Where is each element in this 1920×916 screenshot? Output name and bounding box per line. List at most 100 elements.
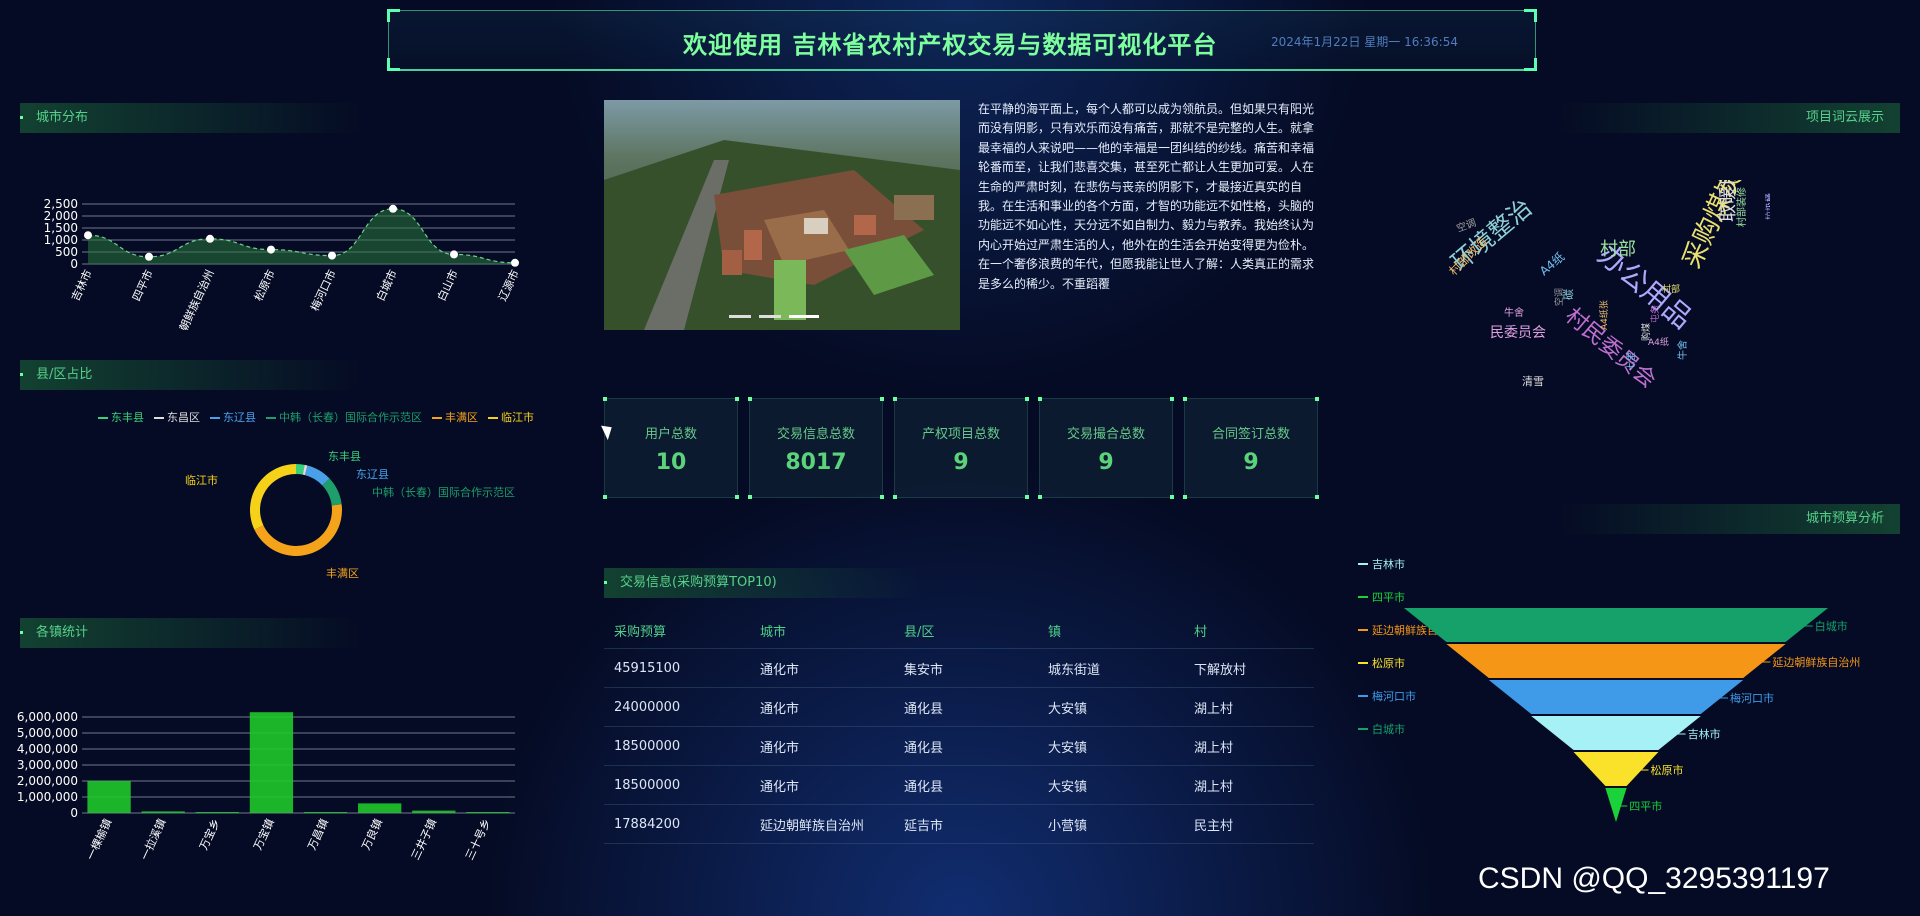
x-tick-label: 一拉溪镇: [137, 816, 168, 862]
panel-title-text: 各镇统计: [36, 625, 89, 640]
header-frame: 欢迎使用 吉林省农村产权交易与数据可视化平台 2024年1月22日 星期一 16…: [387, 9, 1537, 71]
panel-title-marker: [604, 581, 607, 584]
stat-value: 9: [1243, 450, 1259, 475]
bar: [141, 811, 185, 813]
panel-title-text: 城市分布: [36, 110, 89, 125]
col-header: 采购预算: [604, 612, 759, 649]
x-tick-label: 辽源市: [495, 267, 522, 303]
word-cloud-word: 村部: [1600, 239, 1636, 260]
legend-item[interactable]: 中韩（长春）国际合作示范区: [266, 411, 422, 424]
card-corner: [893, 495, 897, 499]
legend-label: 临江市: [501, 411, 534, 424]
bar: [466, 812, 510, 813]
y-tick-label: 2,000: [44, 209, 78, 223]
word-cloud-word: 村部装修: [1735, 187, 1748, 227]
table-row[interactable]: 24000000 通化市 通化县 大安镇 湖上村: [604, 687, 1314, 727]
stat-card: 合同签订总数 9: [1183, 397, 1319, 499]
table-row[interactable]: 17884200 延边朝鲜族自治州 延吉市 小营镇 民主村: [604, 804, 1314, 844]
legend-item[interactable]: 临江市: [488, 411, 534, 424]
panel-title-text: 交易信息(采购预算TOP10): [620, 575, 777, 590]
card-corner: [1315, 495, 1319, 499]
table-cell: 民主村: [1193, 804, 1314, 844]
legend-item[interactable]: 东丰县: [98, 411, 144, 424]
table-cell: 17884200: [604, 804, 759, 844]
county-ratio-chart: 东丰县东辽县中韩（长春）国际合作示范区丰满区 临江市: [185, 450, 515, 580]
legend-label: 丰满区: [445, 411, 478, 424]
panel-title-town-stats: 各镇统计: [20, 618, 360, 648]
col-header: 城市: [759, 612, 903, 649]
panel-title-county-ratio: 县/区占比: [20, 360, 360, 390]
card-corner: [880, 495, 884, 499]
card-corner: [1025, 397, 1029, 401]
stat-value: 10: [655, 450, 687, 475]
bar: [303, 812, 348, 813]
word-cloud-word: 七里: [1626, 352, 1637, 370]
card-corner: [1183, 397, 1187, 401]
data-point: [511, 258, 519, 267]
word-cloud-word: 清雪: [1522, 375, 1544, 388]
stat-label: 用户总数: [644, 427, 697, 442]
town-stats-chart: 0 1,000,000 2,000,000 3,000,000 4,000,000 5,0…: [17, 710, 515, 862]
funnel-label: 延边朝鲜族自治州: [1772, 655, 1860, 669]
funnel-segment: [1446, 644, 1786, 678]
transactions-table: 采购预算 城市 县/区 镇 村 45915100 通化市 集安市 城东街道 下解放村 24…: [604, 612, 1314, 844]
data-point: [328, 251, 336, 260]
card-corner: [1038, 495, 1042, 499]
stat-label: 合同签订总数: [1211, 427, 1290, 442]
table-cell: 延吉市: [903, 804, 1047, 844]
word-cloud-word: 屯务: [1649, 305, 1661, 323]
bar: [249, 712, 294, 813]
legend-item[interactable]: 东辽县: [210, 411, 256, 424]
legend-marker: [488, 417, 498, 419]
legend-label: 梅河口市: [1372, 689, 1416, 703]
word-cloud-word: 民委员会: [1490, 325, 1546, 341]
legend-label: 中韩（长春）国际合作示范区: [279, 411, 422, 424]
table-cell: 24000000: [604, 687, 759, 727]
table-row[interactable]: 18500000 通化市 通化县 大安镇 湖上村: [604, 765, 1314, 805]
legend-label: 吉林市: [1372, 557, 1405, 571]
legend-item[interactable]: 丰满区: [432, 411, 478, 424]
y-tick-label: 2,500: [44, 197, 78, 211]
y-tick-label: 6,000,000: [17, 710, 78, 724]
data-point: [84, 231, 92, 240]
x-tick-label: 四平市: [129, 267, 156, 303]
table-cell: 集安市: [903, 648, 1047, 688]
funnel-segment: [1531, 716, 1701, 750]
article-text: 在平静的海平面上，每个人都可以成为领航员。但如果只有阳光而没有阴影，只有欢乐而没…: [978, 102, 1315, 291]
x-tick-label: 梅河口市: [307, 267, 338, 313]
legend-label: 四平市: [1372, 590, 1405, 604]
table-cell: 大安镇: [1047, 765, 1193, 805]
word-cloud-word: 牛舍: [1504, 306, 1524, 319]
x-tick-label: 三井子镇: [408, 816, 439, 862]
table-row[interactable]: 45915100 通化市 集安市 城东街道 下解放村: [604, 648, 1314, 688]
legend-item[interactable]: 东昌区: [154, 411, 200, 424]
header-corner: [1524, 9, 1537, 22]
stat-card: 用户总数 10: [603, 397, 739, 499]
x-tick-label: 万宝乡: [196, 816, 223, 852]
col-header: 镇: [1047, 612, 1193, 649]
stat-value: 8017: [785, 450, 847, 475]
funnel-label: 吉林市: [1688, 727, 1721, 741]
table-cell: 18500000: [604, 726, 759, 766]
city-distribution-chart: 05001,0001,5002,0002,500 吉林市 四平市 朝鲜族自治州 松原市 梅…: [44, 197, 522, 330]
data-point: [206, 234, 214, 243]
y-tick-label: 3,000,000: [17, 758, 78, 772]
table-row[interactable]: 18500000 通化市 通化县 大安镇 湖上村: [604, 726, 1314, 766]
legend-label: 东昌区: [167, 411, 200, 424]
stat-label: 交易撮合总数: [1066, 427, 1145, 442]
funnel-label: 白城市: [1815, 619, 1848, 633]
panel-title-marker: [20, 116, 23, 119]
slice-label: 东丰县: [328, 450, 361, 463]
building-aerial-image: [604, 100, 960, 330]
col-header: 村: [1193, 612, 1314, 649]
funnel-label: 四平市: [1629, 799, 1662, 813]
card-corner: [1315, 397, 1319, 401]
y-tick-label: 5,000,000: [17, 726, 78, 740]
card-corner: [735, 495, 739, 499]
panel-title-word-cloud: 项目词云展示: [1560, 103, 1900, 133]
legend-marker: [98, 417, 108, 419]
table-cell: 通化市: [759, 648, 903, 688]
stat-card: 交易信息总数 8017: [748, 397, 884, 499]
panel-title-marker: [20, 631, 23, 634]
slice-label: 中韩（长春）国际合作示范区: [372, 485, 515, 499]
